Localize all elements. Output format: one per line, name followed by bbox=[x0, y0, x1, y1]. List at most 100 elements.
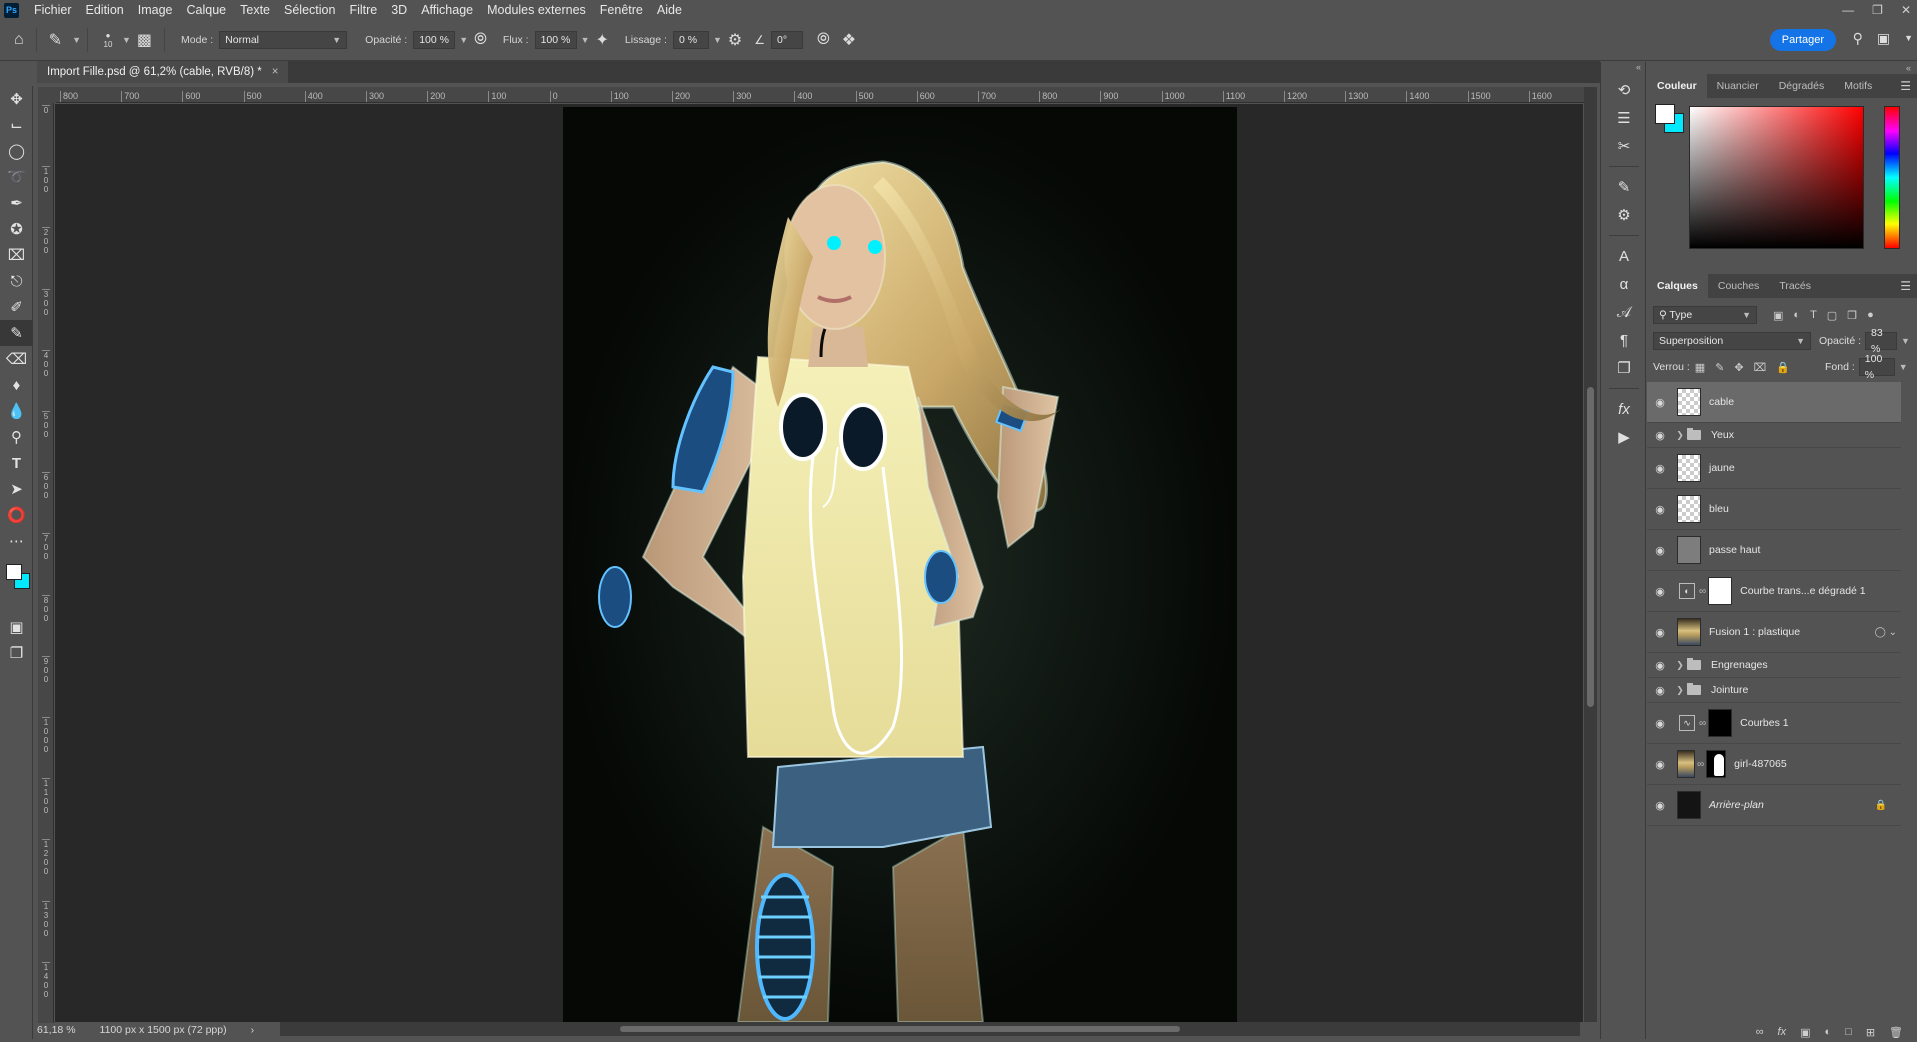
lock-pixels-icon[interactable]: ✎ bbox=[1715, 361, 1724, 374]
history-icon[interactable]: ⟲ bbox=[1601, 76, 1647, 104]
foreground-color-swatch[interactable] bbox=[1655, 104, 1675, 124]
vertical-scroll-thumb[interactable] bbox=[1587, 387, 1594, 707]
eraser-icon[interactable]: ⌫ bbox=[0, 346, 33, 372]
eye-icon[interactable]: ◉ bbox=[1647, 799, 1673, 812]
character-icon[interactable]: A bbox=[1601, 242, 1647, 270]
pressure-opacity-icon[interactable]: ⦾ bbox=[474, 31, 487, 49]
layer-opacity-field[interactable]: 83 % bbox=[1865, 327, 1898, 355]
home-icon[interactable]: ⌂ bbox=[14, 31, 24, 49]
paragraph-styles-icon[interactable]: ❐ bbox=[1601, 354, 1647, 382]
chevron-down-icon[interactable]: ▼ bbox=[122, 35, 131, 45]
mode-select[interactable]: Normal ▼ bbox=[219, 31, 348, 49]
new-group-folder-icon[interactable]: □ bbox=[1845, 1026, 1852, 1038]
airbrush-icon[interactable]: ✦ bbox=[596, 30, 609, 50]
color-swatches[interactable] bbox=[6, 564, 30, 590]
layer-group-row[interactable]: ◉ ❯ Engrenages bbox=[1647, 653, 1901, 678]
layer-mask-thumbnail[interactable] bbox=[1706, 750, 1727, 778]
tab-motifs[interactable]: Motifs bbox=[1834, 74, 1882, 98]
symmetry-icon[interactable]: ❖ bbox=[842, 30, 856, 50]
menu-fichier[interactable]: Fichier bbox=[27, 0, 79, 20]
tab-nuancier[interactable]: Nuancier bbox=[1707, 74, 1769, 98]
brush-tool-icon[interactable]: ✎ bbox=[49, 30, 62, 50]
collapse-dock-icon[interactable]: « bbox=[1647, 62, 1917, 74]
styles-fx-icon[interactable]: fx bbox=[1601, 395, 1647, 423]
eye-icon[interactable]: ◉ bbox=[1647, 462, 1673, 475]
chevron-down-icon[interactable]: ▼ bbox=[581, 35, 590, 45]
layer-filter-select[interactable]: ⚲ Type ▼ bbox=[1653, 306, 1757, 324]
tab-couleur[interactable]: Couleur bbox=[1647, 74, 1707, 98]
character-styles-icon[interactable]: 𝒜 bbox=[1601, 298, 1647, 326]
vertical-scrollbar[interactable] bbox=[1584, 87, 1597, 1022]
add-mask-icon[interactable]: ▣ bbox=[1800, 1026, 1810, 1039]
eye-icon[interactable]: ◉ bbox=[1647, 717, 1673, 730]
quick-selection-icon[interactable]: ✪ bbox=[0, 216, 33, 242]
layer-row[interactable]: ◉ bleu bbox=[1647, 489, 1901, 530]
eye-icon[interactable]: ◉ bbox=[1647, 396, 1673, 409]
smoothing-field[interactable]: 0 % bbox=[672, 31, 709, 49]
chevron-down-icon[interactable]: ▼ bbox=[459, 35, 468, 45]
restore-icon[interactable]: ❐ bbox=[1872, 0, 1883, 20]
type-tool-icon[interactable]: T bbox=[0, 450, 33, 476]
menu-fenetre[interactable]: Fenêtre bbox=[593, 0, 650, 20]
lock-transparency-icon[interactable]: ▦ bbox=[1695, 361, 1705, 374]
search-icon[interactable]: ⚲ bbox=[1853, 30, 1863, 47]
menu-texte[interactable]: Texte bbox=[233, 0, 277, 20]
layer-style-fx-icon[interactable]: fx bbox=[1778, 1026, 1787, 1038]
eye-icon[interactable]: ◉ bbox=[1647, 758, 1673, 771]
chevron-down-icon[interactable]: ▼ bbox=[1899, 362, 1908, 372]
link-chain-icon[interactable]: ∞ bbox=[1697, 759, 1704, 770]
chevron-right-icon[interactable]: ❯ bbox=[1673, 685, 1687, 696]
tab-traces[interactable]: Tracés bbox=[1769, 274, 1821, 298]
status-menu-arrow[interactable]: › bbox=[251, 1024, 255, 1036]
layer-row[interactable]: ◉ ◐ ∞ Courbe trans...e dégradé 1 bbox=[1647, 571, 1901, 612]
chevron-down-icon[interactable]: ▼ bbox=[713, 35, 722, 45]
brush-tool-icon[interactable]: ✎ bbox=[0, 320, 33, 346]
filter-adjustment-icon[interactable]: ◐ bbox=[1793, 309, 1800, 321]
menu-selection[interactable]: Sélection bbox=[277, 0, 342, 20]
eye-icon[interactable]: ◉ bbox=[1647, 503, 1673, 516]
brush-preset-picker[interactable]: ● 10 bbox=[98, 31, 118, 49]
pen-tool-icon[interactable]: ✒ bbox=[0, 190, 33, 216]
link-layers-icon[interactable]: ∞ bbox=[1756, 1026, 1764, 1038]
close-tab-icon[interactable]: × bbox=[272, 61, 279, 83]
layer-group-row[interactable]: ◉ ❯ Jointure bbox=[1647, 678, 1901, 703]
glyphs-icon[interactable]: α bbox=[1601, 270, 1647, 298]
blur-drop-icon[interactable]: 💧 bbox=[0, 398, 33, 424]
lock-position-icon[interactable]: ✥ bbox=[1734, 361, 1743, 374]
share-button[interactable]: Partager bbox=[1769, 29, 1836, 51]
foreground-color-swatch[interactable] bbox=[6, 564, 22, 580]
chevron-down-icon[interactable]: ▼ bbox=[72, 35, 81, 45]
menu-modules-externes[interactable]: Modules externes bbox=[480, 0, 593, 20]
screen-mode-icon[interactable]: ❐ bbox=[0, 640, 33, 666]
link-chain-icon[interactable]: ∞ bbox=[1699, 586, 1706, 597]
tools-presets-icon[interactable]: ✂ bbox=[1601, 132, 1647, 160]
filter-smart-object-icon[interactable]: ❐ bbox=[1847, 309, 1857, 322]
layer-row[interactable]: ◉ Arrière-plan 🔒 bbox=[1647, 785, 1901, 826]
document-canvas[interactable] bbox=[563, 107, 1237, 1022]
flow-field[interactable]: 100 % bbox=[534, 31, 577, 49]
eye-icon[interactable]: ◉ bbox=[1647, 626, 1673, 639]
lock-icon[interactable]: 🔒 bbox=[1875, 800, 1887, 811]
canvas-area[interactable] bbox=[55, 104, 1583, 1022]
blend-mode-select[interactable]: Superposition ▼ bbox=[1653, 332, 1811, 350]
eye-icon[interactable]: ◉ bbox=[1647, 544, 1673, 557]
document-tab[interactable]: Import Fille.psd @ 61,2% (cable, RVB/8) … bbox=[37, 61, 289, 83]
actions-play-icon[interactable]: ▶ bbox=[1601, 423, 1647, 451]
eye-icon[interactable]: ◉ bbox=[1647, 585, 1673, 598]
menu-edition[interactable]: Edition bbox=[79, 0, 131, 20]
more-tools-icon[interactable]: ⋯ bbox=[0, 528, 33, 554]
menu-affichage[interactable]: Affichage bbox=[414, 0, 480, 20]
eyedropper-icon[interactable]: ✐ bbox=[0, 294, 33, 320]
horizontal-scrollbar[interactable] bbox=[280, 1022, 1580, 1036]
ellipse-shape-icon[interactable]: ⭕ bbox=[0, 502, 33, 528]
paragraph-icon[interactable]: ¶ bbox=[1601, 326, 1647, 354]
chevron-right-icon[interactable]: ❯ bbox=[1673, 430, 1687, 441]
photoshop-logo[interactable]: Ps bbox=[4, 2, 19, 18]
path-selection-icon[interactable]: ➤ bbox=[0, 476, 33, 502]
lock-all-icon[interactable]: 🔒 bbox=[1776, 361, 1790, 374]
menu-aide[interactable]: Aide bbox=[650, 0, 689, 20]
layer-row[interactable]: ◉ cable bbox=[1647, 382, 1901, 423]
quick-mask-icon[interactable]: ▣ bbox=[0, 614, 33, 640]
brush-settings-icon[interactable]: ▩ bbox=[137, 30, 152, 50]
menu-filtre[interactable]: Filtre bbox=[342, 0, 384, 20]
